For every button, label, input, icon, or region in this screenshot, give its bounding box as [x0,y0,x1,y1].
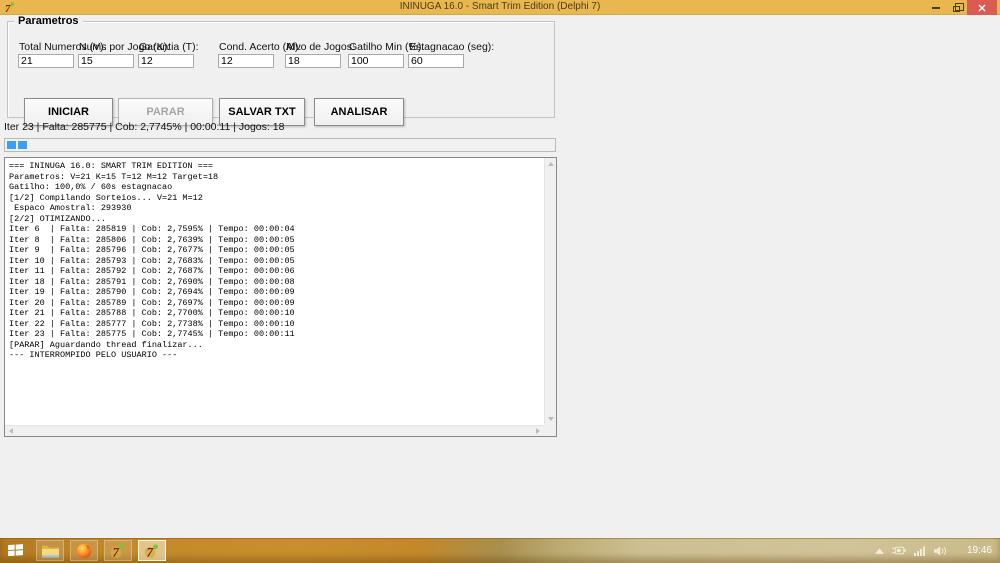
folder-icon [42,544,59,558]
close-button[interactable] [967,0,997,15]
garantia-input[interactable] [138,54,194,68]
windows-logo-icon [8,544,23,557]
parameters-groupbox: Parametros Total Numeros (V): Nums por J… [7,21,555,118]
groupbox-title: Parametros [14,15,83,27]
log-line: Iter 6 | Falta: 285819 | Cob: 2,7595% | … [9,224,544,235]
log-line: Iter 18 | Falta: 285791 | Cob: 2,7690% |… [9,277,544,288]
window-controls [925,0,997,15]
restore-button[interactable] [946,0,967,15]
alvo-jogos-input[interactable] [285,54,341,68]
volume-status[interactable] [934,546,947,556]
minimize-icon [932,7,940,9]
restore-icon [953,6,960,12]
taskbar-item-delphi[interactable]: 7 [104,540,132,561]
log-line: Iter 8 | Falta: 285806 | Cob: 2,7639% | … [9,235,544,246]
log-line: Iter 21 | Falta: 285788 | Cob: 2,7700% |… [9,308,544,319]
log-line: Iter 20 | Falta: 285789 | Cob: 2,7697% |… [9,298,544,309]
log-line: Parametros: V=21 K=15 T=12 M=12 Target=1… [9,172,544,183]
scroll-down-icon[interactable] [548,417,554,421]
progress-chunk [7,141,16,149]
total-numeros-input[interactable] [18,54,74,68]
log-line: [PARAR] Aguardando thread finalizar... [9,340,544,351]
scroll-up-icon[interactable] [548,162,554,166]
delphi-icon: 7 [144,543,160,559]
horizontal-scrollbar[interactable] [5,425,544,436]
svg-text:7: 7 [113,544,120,559]
speaker-icon [934,546,947,556]
analisar-button[interactable]: ANALISAR [314,98,404,126]
alvo-jogos-label: Alvo de Jogos: [286,41,355,53]
log-line: Iter 22 | Falta: 285777 | Cob: 2,7738% |… [9,319,544,330]
window-title: ININUGA 16.0 - Smart Trim Edition (Delph… [0,1,1000,12]
minimize-button[interactable] [925,0,946,15]
vertical-scrollbar[interactable] [544,158,556,425]
svg-text:7: 7 [147,544,154,559]
estagnacao-label: Estagnacao (seg): [409,41,494,53]
log-line: --- INTERROMPIDO PELO USUARIO --- [9,350,544,361]
chevron-up-icon [875,548,884,554]
log-memo[interactable]: === ININUGA 16.0: SMART TRIM EDITION ===… [4,157,557,437]
progress-chunk [18,141,27,149]
log-line: Iter 10 | Falta: 285793 | Cob: 2,7683% |… [9,256,544,267]
firefox-icon [76,543,92,559]
power-status[interactable] [892,545,906,556]
log-line: [2/2] OTIMIZANDO... [9,214,544,225]
desktop: { "titlebar": { "title": "ININUGA 16.0 -… [0,0,1000,563]
titlebar: 7 ININUGA 16.0 - Smart Trim Edition (Del… [0,0,1000,15]
progress-bar [4,138,556,152]
log-line: Iter 19 | Falta: 285790 | Cob: 2,7694% |… [9,287,544,298]
scrollbar-corner [544,425,556,436]
log-line: Iter 9 | Falta: 285796 | Cob: 2,7677% | … [9,245,544,256]
signal-bars-icon [914,546,926,556]
power-plug-icon [892,545,906,556]
delphi-icon: 7 [110,543,126,559]
taskbar: 7 7 [0,538,1000,563]
log-text: === ININUGA 16.0: SMART TRIM EDITION ===… [5,158,544,425]
start-button[interactable] [0,538,30,563]
taskbar-item-firefox[interactable] [70,540,98,561]
status-line: Iter 23 | Falta: 285775 | Cob: 2,7745% |… [4,121,284,133]
taskbar-item-ininuga-active[interactable]: 7 [138,540,166,561]
nums-por-jogo-input[interactable] [78,54,134,68]
estagnacao-input[interactable] [408,54,464,68]
close-icon [978,4,986,12]
scroll-right-icon[interactable] [536,428,540,434]
garantia-label: Garantia (T): [139,41,199,53]
tray-expand-button[interactable] [875,548,884,554]
log-line: Iter 23 | Falta: 285775 | Cob: 2,7745% |… [9,329,544,340]
log-line: Iter 11 | Falta: 285792 | Cob: 2,7687% |… [9,266,544,277]
network-status[interactable] [914,546,926,556]
log-line: [1/2] Compilando Sorteios... V=21 M=12 [9,193,544,204]
log-line: Gatilho: 100,0% / 60s estagnacao [9,182,544,193]
system-tray: 19:46 [875,538,992,563]
log-line: === ININUGA 16.0: SMART TRIM EDITION === [9,161,544,172]
cond-acerto-input[interactable] [218,54,274,68]
taskbar-clock[interactable]: 19:46 [967,545,992,556]
log-line: Espaco Amostral: 293930 [9,203,544,214]
scroll-left-icon[interactable] [9,428,13,434]
gatilho-min-input[interactable] [348,54,404,68]
taskbar-item-explorer[interactable] [36,540,64,561]
